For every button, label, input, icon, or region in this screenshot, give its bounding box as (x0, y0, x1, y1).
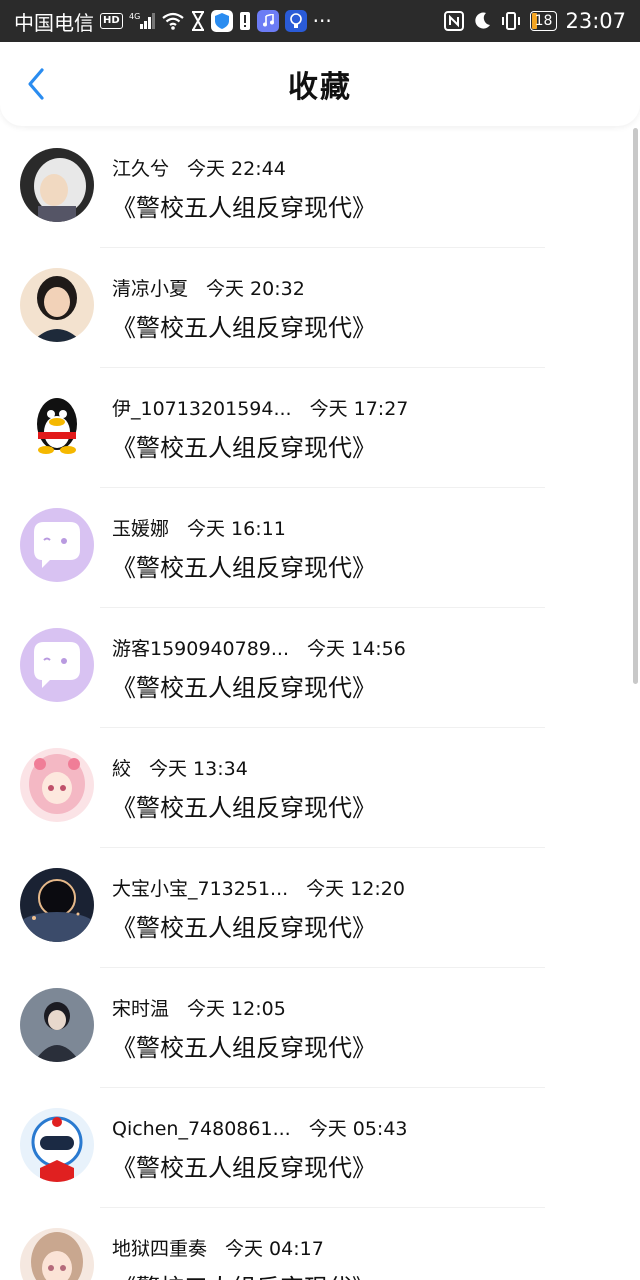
status-time: 23:07 (565, 9, 626, 33)
item-meta: 絞今天 13:34 (112, 754, 248, 781)
list-item[interactable]: 伊_10713201594... 今天 17:27 《警校五人组反穿现代》 (0, 368, 640, 488)
more-status-label: ··· (312, 9, 332, 33)
timestamp: 今天 14:56 (307, 638, 406, 660)
username: 清凉小夏 (112, 278, 189, 300)
username: 宋时温 (112, 998, 170, 1020)
book-title[interactable]: 《警校五人组反穿现代》 (112, 1148, 376, 1183)
hourglass-icon (191, 11, 205, 31)
book-title[interactable]: 《警校五人组反穿现代》 (112, 788, 376, 823)
moon-icon (472, 11, 492, 31)
list-item[interactable]: 江久兮 今天 22:44 《警校五人组反穿现代》 (0, 128, 640, 248)
chevron-left-icon (28, 68, 44, 100)
cellular-signal-icon: 4G (129, 11, 155, 31)
username: 玉媛娜 (112, 518, 170, 540)
book-title[interactable]: 《警校五人组反穿现代》 (112, 1028, 376, 1063)
wifi-icon (161, 11, 185, 31)
book-title[interactable]: 《警校五人组反穿现代》 (112, 428, 376, 463)
bulb-app-icon (284, 10, 307, 32)
battery-level-label: 18 (534, 13, 553, 29)
list-item[interactable]: 宋时温 今天 12:05 《警校五人组反穿现代》 (0, 968, 640, 1088)
favorites-list: 江久兮 今天 22:44 《警校五人组反穿现代》 清凉小夏 今天 20:32 《警校… (0, 128, 640, 1280)
status-bar: 中国电信 HD 4G ··· 18 23:07 (0, 0, 640, 42)
timestamp: 今天 12:20 (306, 878, 405, 900)
music-app-icon (256, 10, 279, 32)
avatar[interactable] (20, 988, 94, 1062)
security-shield-icon (210, 10, 233, 32)
list-item[interactable]: 大宝小宝_713251... 今天 12:20 《警校五人组反穿现代》 (0, 848, 640, 968)
item-meta: 游客1590940789... 今天 14:56 (112, 634, 406, 661)
book-title[interactable]: 《警校五人组反穿现代》 (112, 668, 376, 703)
list-item[interactable]: 玉媛娜 今天 16:11 《警校五人组反穿现代》 (0, 488, 640, 608)
avatar[interactable] (20, 868, 94, 942)
timestamp: 今天 20:32 (206, 278, 305, 300)
book-title[interactable]: 《警校五人组反穿现代》 (112, 188, 376, 223)
username: 大宝小宝_713251... (112, 878, 289, 900)
timestamp: 今天 16:11 (187, 518, 286, 540)
avatar[interactable] (20, 1108, 94, 1182)
alert-icon (239, 11, 251, 31)
list-item[interactable]: 絞今天 13:34 《警校五人组反穿现代》 (0, 728, 640, 848)
book-title[interactable]: 《警校五人组反穿现代》 (112, 908, 376, 943)
avatar[interactable] (20, 148, 94, 222)
avatar[interactable] (20, 388, 94, 462)
timestamp: 今天 05:43 (308, 1118, 408, 1140)
list-item[interactable]: Qichen_7480861... 今天 05:43 《警校五人组反穿现代》 (0, 1088, 640, 1208)
item-meta: 清凉小夏 今天 20:32 (112, 274, 305, 301)
book-title[interactable]: 《警校五人组反穿现代》 (112, 548, 376, 583)
item-meta: Qichen_7480861... 今天 05:43 (112, 1114, 408, 1141)
avatar[interactable] (20, 748, 94, 822)
timestamp: 今天 22:44 (187, 158, 286, 180)
timestamp: 今天 17:27 (309, 398, 409, 420)
username: 游客1590940789... (112, 638, 290, 660)
status-left: 中国电信 HD 4G ··· (14, 7, 332, 36)
avatar[interactable] (20, 628, 94, 702)
network-type-label: 4G (129, 12, 140, 21)
status-right: 18 23:07 (443, 9, 626, 33)
username: Qichen_7480861... (112, 1118, 291, 1140)
item-meta: 宋时温 今天 12:05 (112, 994, 286, 1021)
username: 絞 (112, 758, 132, 780)
username: 地狱四重奏 (112, 1238, 208, 1260)
back-button[interactable] (18, 66, 54, 102)
item-meta: 江久兮 今天 22:44 (112, 154, 286, 181)
list-item[interactable]: 游客1590940789... 今天 14:56 《警校五人组反穿现代》 (0, 608, 640, 728)
item-meta: 玉媛娜 今天 16:11 (112, 514, 286, 541)
username: 江久兮 (112, 158, 170, 180)
nfc-icon (443, 11, 464, 31)
timestamp: 今天 04:17 (225, 1238, 324, 1260)
avatar[interactable] (20, 508, 94, 582)
vibrate-icon (500, 11, 522, 31)
carrier-label: 中国电信 (14, 10, 94, 35)
book-title[interactable]: 《警校五人组反穿现代》 (112, 308, 376, 343)
list-item[interactable]: 清凉小夏 今天 20:32 《警校五人组反穿现代》 (0, 248, 640, 368)
item-meta: 地狱四重奏 今天 04:17 (112, 1234, 324, 1261)
username: 伊_10713201594... (112, 398, 292, 420)
timestamp: 今天 13:34 (149, 758, 248, 780)
avatar[interactable] (20, 268, 94, 342)
page-title: 收藏 (288, 70, 352, 105)
book-title[interactable]: 《警校五人组反穿现代》 (112, 1268, 376, 1280)
avatar[interactable] (20, 1228, 94, 1280)
battery-icon: 18 (529, 11, 558, 31)
nav-header: 收藏 (0, 42, 640, 126)
timestamp: 今天 12:05 (187, 998, 286, 1020)
list-item[interactable]: 地狱四重奏今天 04:17 《警校五人组反穿现代》 (0, 1208, 640, 1280)
scrollbar[interactable] (633, 128, 638, 684)
hd-badge: HD (100, 13, 123, 29)
item-meta: 伊_10713201594... 今天 17:27 (112, 394, 408, 421)
item-meta: 大宝小宝_713251... 今天 12:20 (112, 874, 405, 901)
